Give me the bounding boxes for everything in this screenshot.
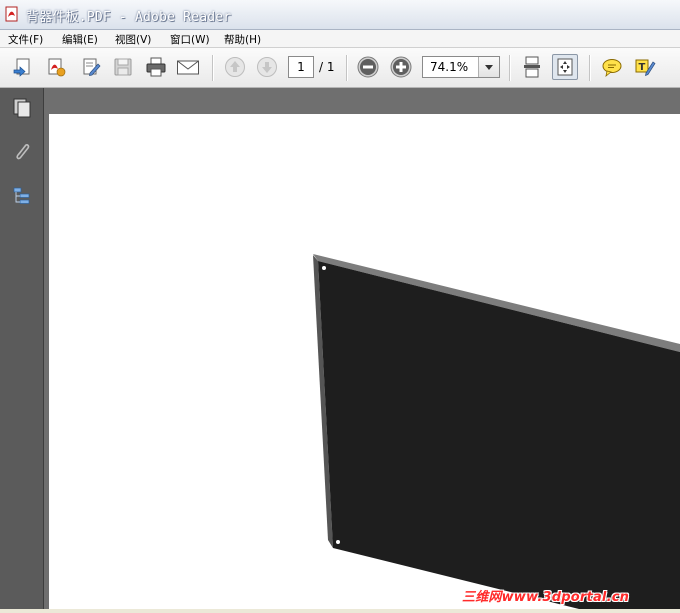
pdf-page xyxy=(49,114,680,609)
paperclip-icon xyxy=(16,143,30,160)
fit-page-button[interactable] xyxy=(552,54,578,80)
save-icon xyxy=(114,58,132,76)
menu-file[interactable]: 文件(F) xyxy=(8,32,43,47)
panel-3d-rendering xyxy=(313,254,680,609)
open-button[interactable] xyxy=(10,54,36,80)
highlight-text-icon: T xyxy=(635,59,656,77)
open-icon xyxy=(13,58,30,77)
zoom-value: 74.1% xyxy=(430,60,469,74)
edit-document-icon xyxy=(83,58,101,76)
menu-edit[interactable]: 编辑(E) xyxy=(62,32,98,47)
svg-text:T: T xyxy=(639,62,646,73)
menu-help[interactable]: 帮助(H) xyxy=(224,32,261,47)
email-icon xyxy=(177,60,199,75)
next-page-button[interactable] xyxy=(254,54,280,80)
highlight-text-button[interactable]: T xyxy=(632,54,658,80)
pages-panel-button[interactable] xyxy=(8,94,36,122)
adobe-pdf-icon xyxy=(4,6,20,22)
bookmarks-panel-button[interactable] xyxy=(8,182,36,210)
pages-icon xyxy=(13,98,31,118)
comment-button[interactable] xyxy=(599,54,625,80)
fit-page-icon xyxy=(557,58,573,76)
title-bar: 背器件板.PDF - Adobe Reader xyxy=(0,0,680,30)
toolbar-separator xyxy=(212,55,214,81)
toolbar-separator xyxy=(509,55,511,81)
print-button[interactable] xyxy=(143,54,169,80)
edit-document-button[interactable] xyxy=(78,54,104,80)
attachments-panel-button[interactable] xyxy=(8,138,36,166)
zoom-out-button[interactable] xyxy=(355,54,381,80)
email-button[interactable] xyxy=(175,54,201,80)
document-view[interactable] xyxy=(44,88,680,609)
toolbar-separator xyxy=(589,55,591,81)
plus-icon xyxy=(390,56,412,78)
window-title: 背器件板.PDF - Adobe Reader xyxy=(26,10,232,25)
main-toolbar: 1 / 1 74.1% T xyxy=(0,48,680,88)
print-icon xyxy=(146,57,166,77)
bookmarks-tree-icon xyxy=(13,187,30,204)
chevron-down-icon[interactable] xyxy=(478,57,499,77)
create-pdf-button[interactable] xyxy=(43,54,69,80)
comment-icon xyxy=(602,59,622,77)
zoom-in-button[interactable] xyxy=(388,54,414,80)
previous-page-button[interactable] xyxy=(222,54,248,80)
watermark: 三维网www.3dportal.cn xyxy=(462,590,630,605)
panel-face xyxy=(318,261,680,609)
mounting-hole xyxy=(336,540,340,544)
arrow-up-icon xyxy=(225,57,245,77)
create-pdf-icon xyxy=(48,58,66,77)
navigation-pane xyxy=(0,88,44,609)
menu-bar: 文件(F) 编辑(E) 视图(V) 窗口(W) 帮助(H) xyxy=(0,30,680,48)
arrow-down-icon xyxy=(257,57,277,77)
menu-window[interactable]: 窗口(W) xyxy=(170,32,210,47)
scroll-pages-icon xyxy=(524,56,540,78)
minus-icon xyxy=(357,56,379,78)
toolbar-separator xyxy=(346,55,348,81)
page-number-input[interactable]: 1 xyxy=(288,56,314,78)
mounting-hole xyxy=(322,266,326,270)
scrolling-mode-button[interactable] xyxy=(519,54,545,80)
menu-view[interactable]: 视图(V) xyxy=(115,32,151,47)
zoom-select[interactable]: 74.1% xyxy=(422,56,500,78)
save-button[interactable] xyxy=(110,54,136,80)
page-total: / 1 xyxy=(319,60,335,74)
